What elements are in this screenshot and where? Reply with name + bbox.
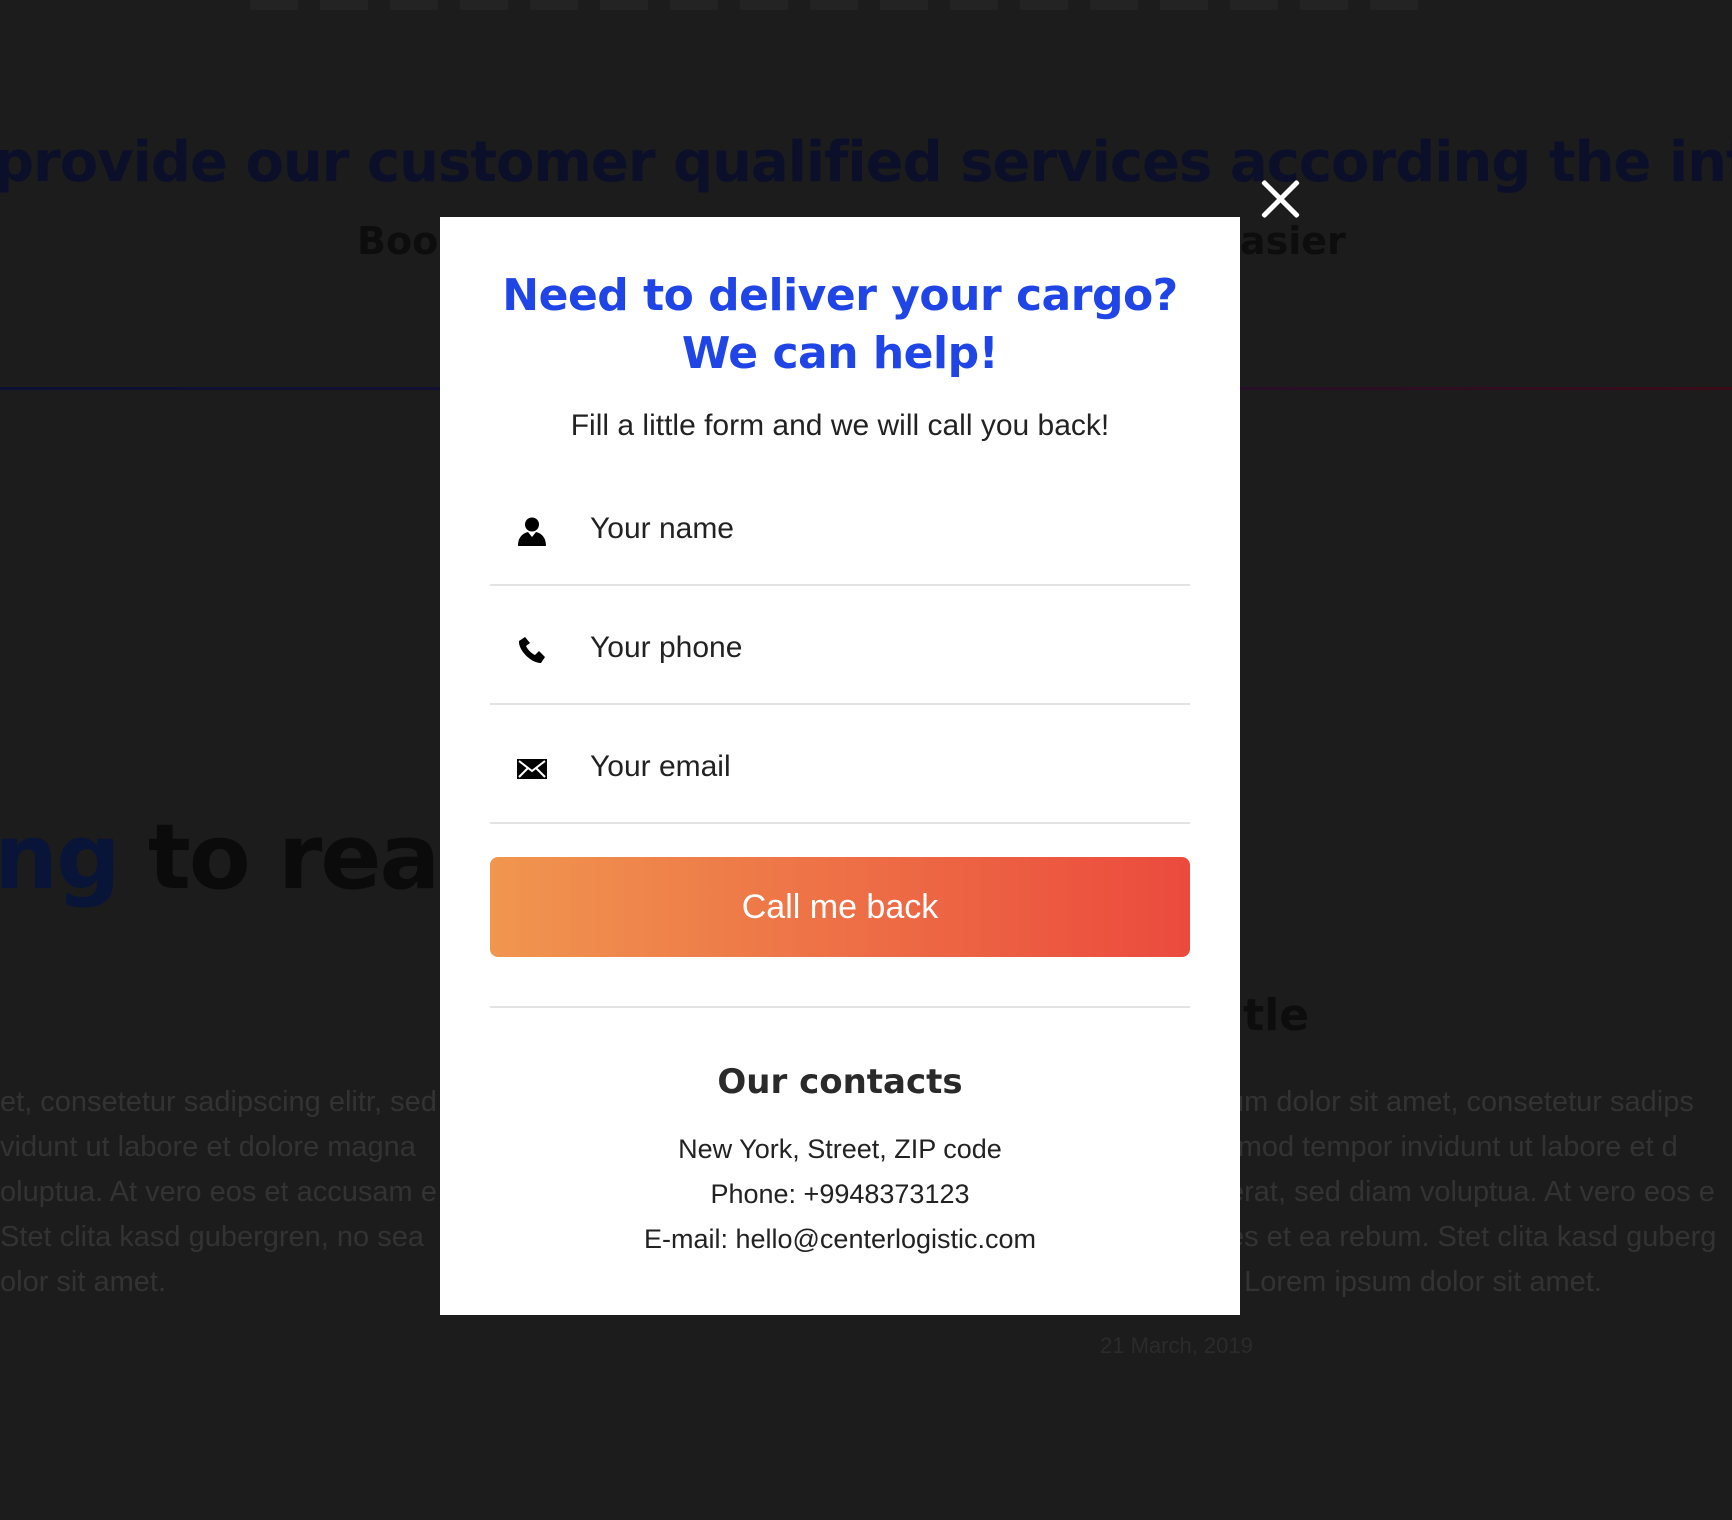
name-field-row: [490, 467, 1190, 586]
background-paragraph-line: vidunt ut labore et dolore magna: [0, 1131, 416, 1163]
callback-modal: Need to deliver your cargo? We can help!…: [440, 217, 1240, 1315]
contacts-info: New York, Street, ZIP code Phone: +99483…: [440, 1127, 1240, 1262]
contacts-title: Our contacts: [717, 1062, 963, 1102]
background-section-title-accent: ng: [0, 805, 120, 910]
background-paragraph-line: oluptua. At vero eos et accusam e: [0, 1176, 437, 1208]
modal-title: Need to deliver your cargo? We can help!: [502, 270, 1178, 379]
background-subheadline-left: Boo: [357, 219, 439, 263]
background-card-title: itle: [1228, 990, 1310, 1041]
background-date: 21 March, 2019: [1100, 1333, 1253, 1358]
modal-subtitle: Fill a little form and we will call you …: [570, 409, 1110, 442]
background-paragraph-line: et, consetetur sadipscing elitr, sed: [0, 1086, 437, 1118]
background-paragraph-line: rmod tempor invidunt ut labore et d: [1228, 1131, 1678, 1163]
background-paragraph-line: t Lorem ipsum dolor sit amet.: [1228, 1266, 1602, 1298]
user-icon: [518, 517, 546, 546]
background-paragraph-line: es et ea rebum. Stet clita kasd guberg: [1228, 1221, 1717, 1253]
background-paragraph-left: et, consetetur sadipscing elitr, sed vid…: [0, 1080, 437, 1305]
background-paragraph-line: erat, sed diam voluptua. At vero eos e: [1228, 1176, 1715, 1208]
contact-address: New York, Street, ZIP code: [678, 1134, 1002, 1164]
phone-icon: [518, 637, 545, 663]
background-nav: [250, 0, 1430, 10]
close-icon[interactable]: [1256, 174, 1304, 222]
background-subheadline-right: asier: [1240, 219, 1346, 263]
background-paragraph-right: um dolor sit amet, consetetur sadips rmo…: [1228, 1080, 1716, 1305]
callback-form: [490, 467, 1190, 824]
phone-field-row: [490, 586, 1190, 705]
background-paragraph-line: olor sit amet.: [0, 1266, 166, 1298]
background-headline: provide our customer qualified services …: [0, 130, 1732, 195]
background-paragraph-line: Stet clita kasd gubergren, no sea: [0, 1221, 424, 1253]
contacts-divider: [490, 1006, 1190, 1008]
envelope-icon: [517, 759, 547, 779]
background-section-title: ng to read: [0, 805, 503, 910]
email-input[interactable]: [590, 745, 1170, 789]
name-input[interactable]: [590, 507, 1170, 551]
contact-email: E-mail: hello@centerlogistic.com: [643, 1224, 1037, 1254]
phone-input[interactable]: [590, 626, 1170, 670]
call-me-back-button[interactable]: Call me back: [490, 857, 1190, 957]
contact-phone: Phone: +9948373123: [710, 1179, 970, 1209]
background-paragraph-line: um dolor sit amet, consetetur sadips: [1228, 1086, 1694, 1118]
email-field-row: [490, 705, 1190, 824]
